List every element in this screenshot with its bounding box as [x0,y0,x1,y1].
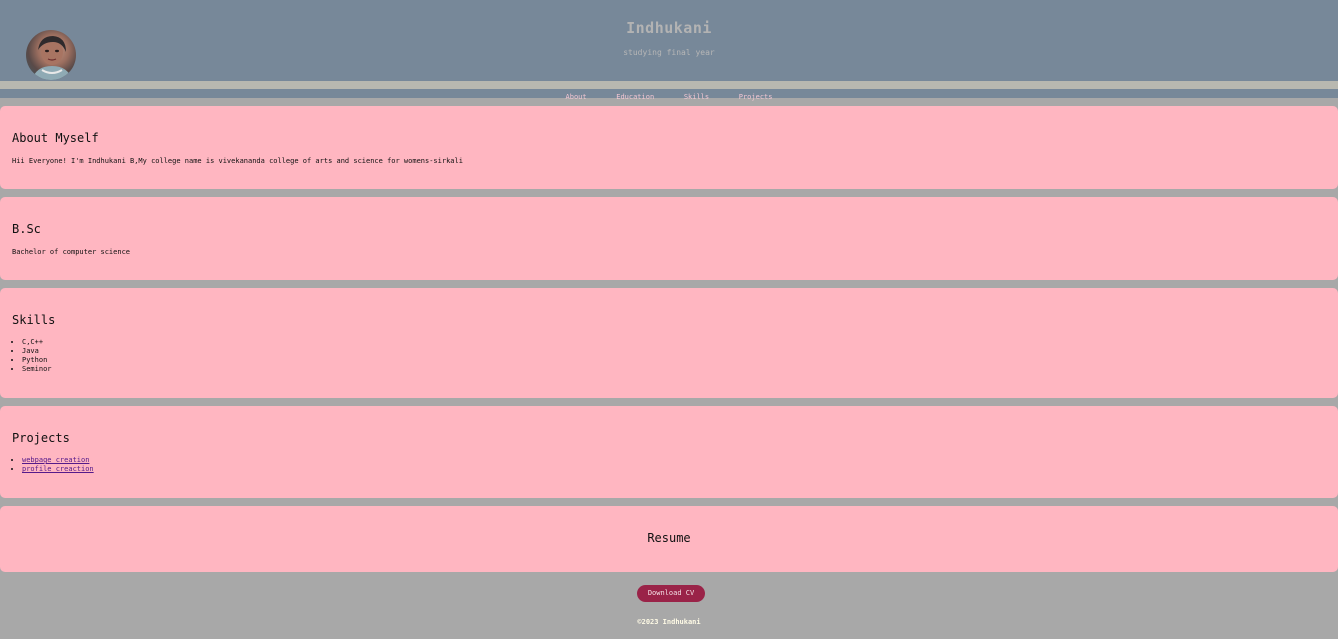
nav-link-about[interactable]: About [566,93,587,102]
nav-link-education[interactable]: Education [616,93,654,102]
project-link-webpage[interactable]: webpage creation [22,456,89,464]
skills-heading: Skills [12,313,56,327]
main-nav: About Education Skills Projects [0,89,1338,101]
education-text: Bachelor of computer science [12,248,131,256]
about-text: Hii Everyone! I'm Indhukani B,My college… [12,157,463,165]
project-link-profile[interactable]: profile creaction [22,465,94,473]
download-cv-button[interactable]: Download CV [637,585,705,602]
skills-section: Skills C,C++ Java Python Seminor [0,288,1338,398]
site-header: Indhukani studying final year [0,0,1338,81]
about-section: About Myself Hii Everyone! I'm Indhukani… [0,106,1338,189]
skill-item: C,C++ [22,338,52,347]
resume-heading: Resume [647,531,691,545]
about-heading: About Myself [12,131,99,145]
education-section: B.Sc Bachelor of computer science [0,197,1338,280]
project-item: webpage creation [22,456,94,465]
site-title: Indhukani [626,19,712,37]
nav-link-projects[interactable]: Projects [739,93,773,102]
skill-item: Java [22,347,52,356]
projects-section: Projects webpage creation profile creact… [0,406,1338,498]
site-subtitle: studying final year [623,48,715,57]
education-heading: B.Sc [12,222,41,236]
footer-copyright: ©2023 Indhukani [637,618,701,626]
resume-section: Resume [0,506,1338,572]
nav-link-skills[interactable]: Skills [684,93,709,102]
projects-list: webpage creation profile creaction [22,456,94,474]
projects-heading: Projects [12,431,70,445]
project-item: profile creaction [22,465,94,474]
skill-item: Python [22,356,52,365]
skill-item: Seminor [22,365,52,374]
skills-list: C,C++ Java Python Seminor [22,338,52,374]
